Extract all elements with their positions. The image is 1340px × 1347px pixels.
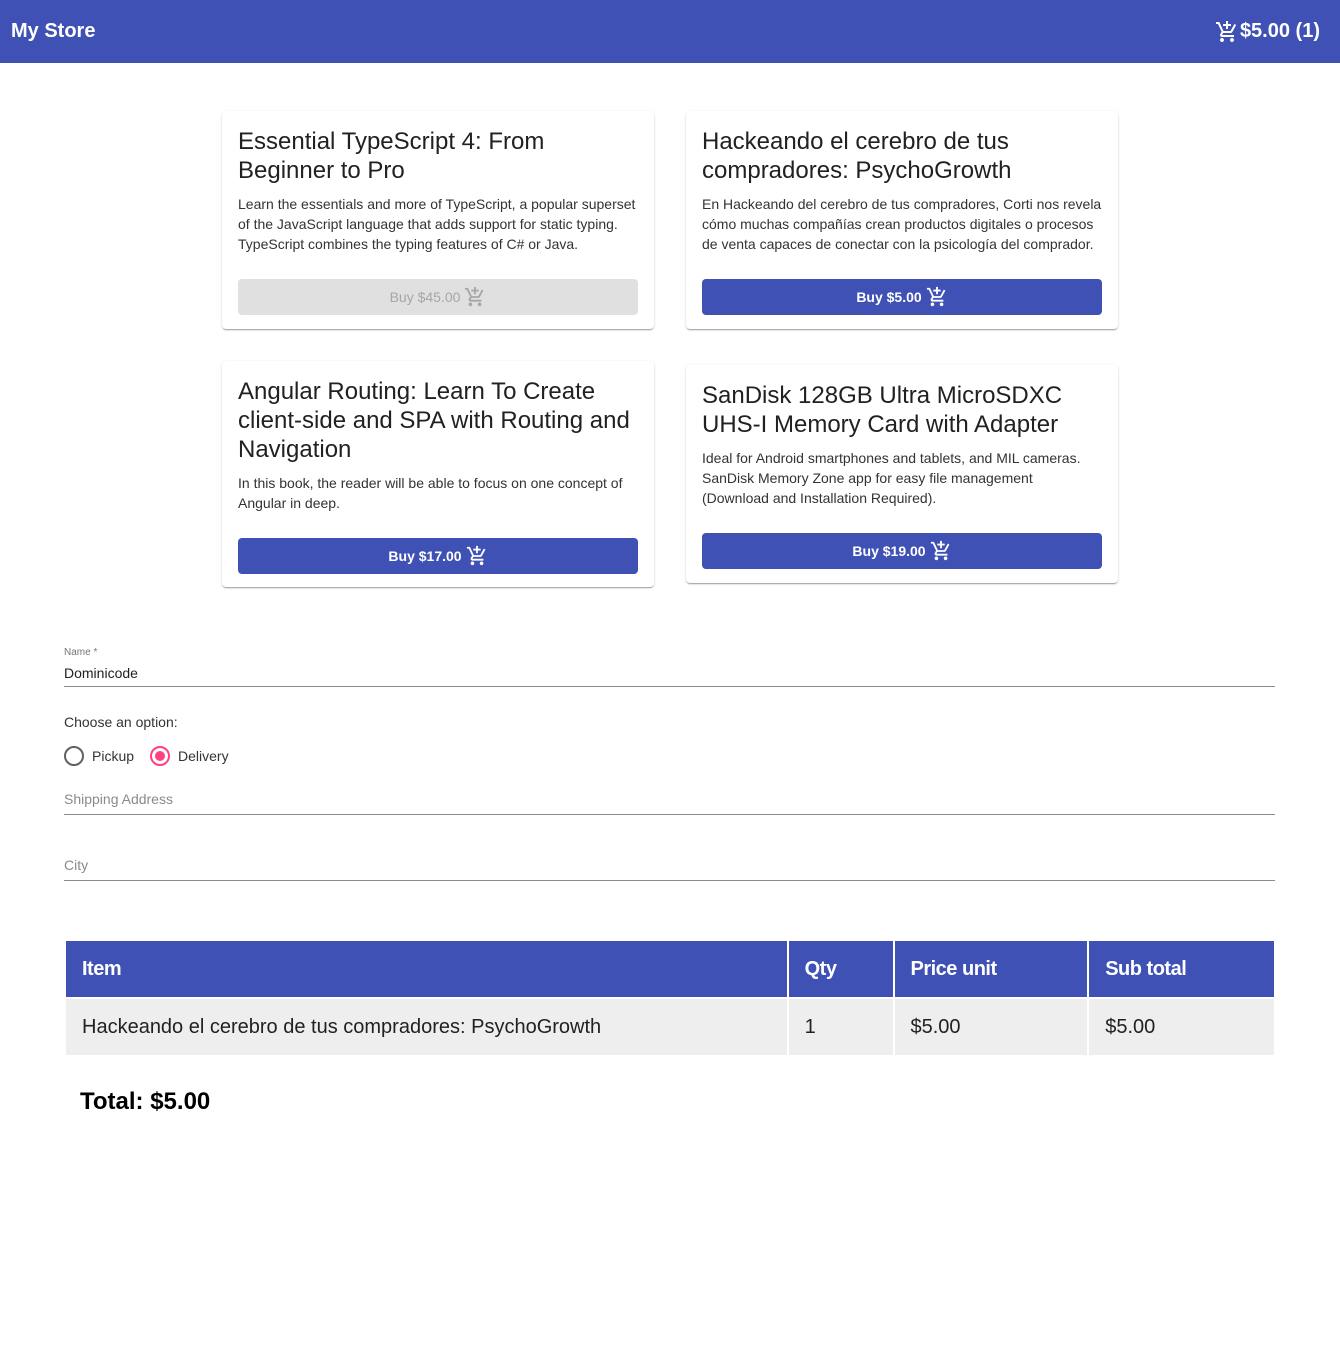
radio-pickup-label: Pickup (92, 748, 135, 764)
product-title: Hackeando el cerebro de tus compradores:… (702, 128, 1012, 184)
product-card: Angular Routing: Learn To Create client-… (222, 361, 654, 587)
buy-button-label: Buy $45.00 (389, 289, 461, 305)
product-card: Hackeando el cerebro de tus compradores:… (686, 111, 1118, 329)
buy-button-label: Buy $17.00 (388, 548, 462, 564)
shopping-cart-icon (1215, 20, 1237, 42)
cart-total-text: $5.00 (1) (1239, 20, 1320, 42)
add-shopping-cart-icon (466, 545, 485, 566)
cart-table: Item Qty Price unit Sub total Hackeando … (64, 939, 1276, 1057)
product-card: Essential TypeScript 4: From Beginner to… (222, 111, 654, 329)
buy-button[interactable]: Buy $17.00 (238, 538, 638, 574)
order-total: Total: $5.00 (80, 1088, 211, 1115)
column-header-sub-total: Sub total (1089, 941, 1274, 997)
cell-qty: 1 (788, 999, 893, 1055)
delivery-option-group: Pickup Delivery (64, 746, 245, 766)
product-title: SanDisk 128GB Ultra MicroSDXC UHS-I Memo… (702, 382, 1063, 438)
name-field-label: Name * (64, 647, 98, 658)
cell-item: Hackeando el cerebro de tus compradores:… (66, 999, 787, 1055)
radio-unchecked-icon[interactable] (64, 746, 84, 766)
product-description: Learn the essentials and more of TypeScr… (238, 196, 636, 252)
product-title: Essential TypeScript 4: From Beginner to… (238, 128, 545, 184)
name-field[interactable]: Name * Dominicode (64, 645, 1275, 687)
table-header-row: Item Qty Price unit Sub total (66, 941, 1274, 997)
column-header-qty: Qty (788, 941, 893, 997)
top-toolbar: My Store $5.00 (1) (0, 0, 1340, 63)
product-description: In this book, the reader will be able to… (238, 475, 623, 511)
name-field-value[interactable]: Dominicode (64, 665, 138, 681)
city-field[interactable]: City (64, 857, 1275, 881)
buy-button[interactable]: Buy $5.00 (702, 279, 1102, 315)
shipping-address-placeholder: Shipping Address (64, 791, 173, 807)
product-description: Ideal for Android smartphones and tablet… (702, 450, 1081, 506)
product-title: Angular Routing: Learn To Create client-… (238, 378, 630, 463)
delivery-option-label: Choose an option: (64, 714, 178, 730)
add-shopping-cart-icon (465, 286, 484, 307)
radio-delivery-label: Delivery (178, 748, 229, 764)
column-header-price-unit: Price unit (894, 941, 1088, 997)
add-shopping-cart-icon (930, 540, 949, 561)
cell-sub-total: $5.00 (1089, 999, 1274, 1055)
table-row: Hackeando el cerebro de tus compradores:… (66, 999, 1274, 1055)
store-title: My Store (11, 20, 96, 42)
radio-pickup[interactable]: Pickup (64, 746, 134, 766)
city-placeholder: City (64, 857, 89, 873)
product-card: SanDisk 128GB Ultra MicroSDXC UHS-I Memo… (686, 365, 1118, 583)
cart-summary-button[interactable]: $5.00 (1) (1215, 20, 1320, 44)
buy-button[interactable]: Buy $45.00 (238, 279, 638, 315)
checkout-form: Name * Dominicode Choose an option: Pick… (64, 645, 1275, 881)
buy-button[interactable]: Buy $19.00 (702, 533, 1102, 569)
buy-button-label: Buy $5.00 (856, 289, 922, 305)
radio-delivery[interactable]: Delivery (150, 746, 229, 766)
product-description: En Hackeando del cerebro de tus comprado… (702, 196, 1102, 252)
shipping-address-field[interactable]: Shipping Address (64, 791, 1275, 815)
cell-price-unit: $5.00 (894, 999, 1088, 1055)
radio-checked-icon[interactable] (150, 746, 171, 766)
column-header-item: Item (66, 941, 787, 997)
buy-button-label: Buy $19.00 (852, 543, 926, 559)
add-shopping-cart-icon (926, 286, 946, 307)
